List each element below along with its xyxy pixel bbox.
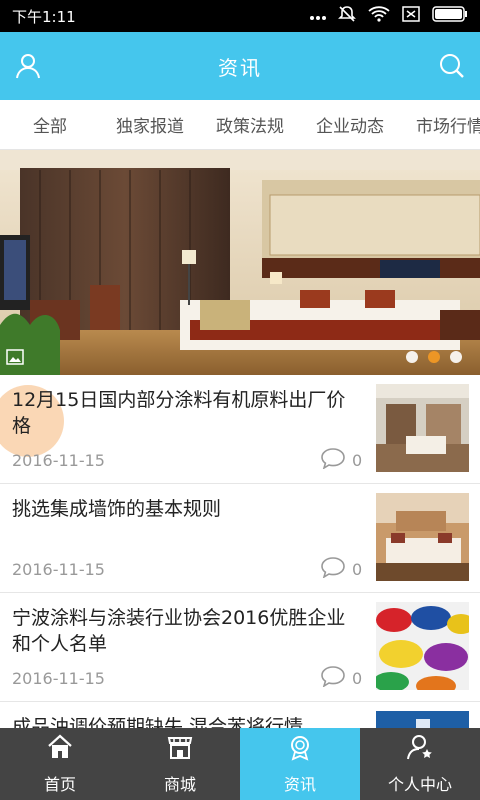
comment-icon xyxy=(320,447,346,473)
status-time: 下午1:11 xyxy=(12,7,76,26)
news-item[interactable]: 成品油调价预期缺失 混合苯将行情 xyxy=(0,702,480,728)
nav-label: 首页 xyxy=(43,775,76,794)
home-icon xyxy=(46,733,74,765)
news-title: 12月15日国内部分涂料有机原料出厂价格 xyxy=(12,389,346,437)
nav-home[interactable]: 首页 xyxy=(0,728,120,800)
search-icon[interactable] xyxy=(438,52,466,80)
news-item[interactable]: 12月15日国内部分涂料有机原料出厂价格 2016-11-15 0 xyxy=(0,375,480,484)
status-bar: 下午1:11 xyxy=(0,0,480,32)
nav-shop[interactable]: 商城 xyxy=(120,728,240,800)
news-thumbnail xyxy=(376,602,469,690)
news-title: 成品油调价预期缺失 混合苯将行情 xyxy=(12,716,304,728)
category-tabs: 全部 独家报道 政策法规 企业动态 市场行情 xyxy=(0,100,480,150)
comment-number: 0 xyxy=(352,559,363,579)
nav-label: 个人中心 xyxy=(387,775,452,794)
nav-label: 商城 xyxy=(163,775,196,794)
profile-icon xyxy=(406,733,434,765)
tab-company-news[interactable]: 企业动态 xyxy=(300,112,400,137)
carousel-dot[interactable] xyxy=(406,351,418,363)
news-title: 挑选集成墙饰的基本规则 xyxy=(12,498,222,520)
app-header: 资讯 xyxy=(0,32,480,100)
banner-image xyxy=(0,150,480,375)
comment-icon xyxy=(320,665,346,691)
news-date: 2016-11-15 xyxy=(12,451,105,470)
news-thumbnail xyxy=(376,384,469,472)
news-item[interactable]: 挑选集成墙饰的基本规则 2016-11-15 0 xyxy=(0,484,480,593)
news-thumbnail xyxy=(376,493,469,581)
wifi-icon xyxy=(368,6,390,26)
page-title: 资讯 xyxy=(218,55,262,80)
user-icon[interactable] xyxy=(14,52,42,80)
comment-count: 0 xyxy=(320,556,362,582)
image-icon xyxy=(6,349,24,365)
sim-icon xyxy=(402,6,420,26)
comment-number: 0 xyxy=(352,450,363,470)
comment-number: 0 xyxy=(352,668,363,688)
tab-exclusive[interactable]: 独家报道 xyxy=(100,112,200,137)
comment-icon xyxy=(320,556,346,582)
news-list: 12月15日国内部分涂料有机原料出厂价格 2016-11-15 0 挑选集成墙饰… xyxy=(0,375,480,728)
battery-icon xyxy=(432,6,468,26)
news-date: 2016-11-15 xyxy=(12,669,105,688)
news-thumbnail xyxy=(376,711,469,728)
banner-carousel[interactable] xyxy=(0,150,480,375)
dots-icon xyxy=(310,7,326,25)
nav-news[interactable]: 资讯 xyxy=(240,728,360,800)
news-icon xyxy=(286,733,314,765)
shop-icon xyxy=(166,733,194,765)
bottom-nav: 首页 商城 资讯 个人中心 xyxy=(0,728,480,800)
tab-market[interactable]: 市场行情 xyxy=(400,112,480,137)
nav-label: 资讯 xyxy=(283,775,316,794)
nav-profile[interactable]: 个人中心 xyxy=(360,728,480,800)
carousel-dots xyxy=(406,351,462,363)
news-date: 2016-11-15 xyxy=(12,560,105,579)
tab-all[interactable]: 全部 xyxy=(0,112,100,137)
news-item[interactable]: 宁波涂料与涂装行业协会2016优胜企业和个人名单 2016-11-15 0 xyxy=(0,593,480,702)
news-title: 宁波涂料与涂装行业协会2016优胜企业和个人名单 xyxy=(12,607,346,655)
carousel-dot-active[interactable] xyxy=(428,351,440,363)
comment-count: 0 xyxy=(320,665,362,691)
comment-count: 0 xyxy=(320,447,362,473)
carousel-dot[interactable] xyxy=(450,351,462,363)
tab-policy[interactable]: 政策法规 xyxy=(200,112,300,137)
mute-icon xyxy=(338,5,356,27)
status-icons xyxy=(310,5,468,27)
